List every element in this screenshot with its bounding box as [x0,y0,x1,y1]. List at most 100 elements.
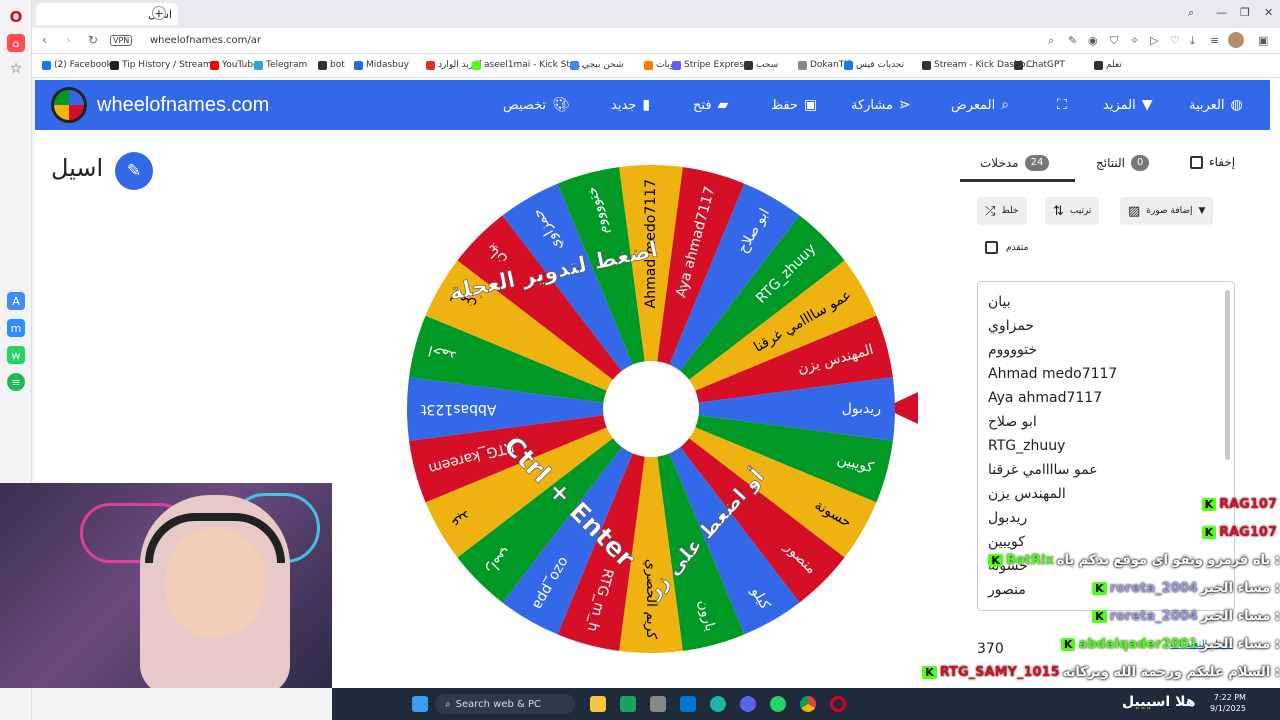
sidebar-toggle-icon[interactable]: ▣ [1258,34,1268,47]
hide-toggle[interactable]: إخفاء [1190,155,1235,169]
tab-results[interactable]: 0 النتائج [1096,155,1150,171]
edit-icon[interactable]: ✎ [1068,34,1077,47]
nav-new[interactable]: ▮ جديد [611,97,650,113]
site-name[interactable]: wheelofnames.com [97,94,269,117]
messenger-icon[interactable]: m [7,319,25,337]
wheel-svg[interactable]: بيانحمزاوي ختووووم Ahmad medo7117 Aya ahmad… [405,163,897,655]
wheel[interactable]: بيان حمزاوي ختووووم Ahmad medo7117 Aya ahmad… [405,163,897,655]
sort-icon: ⇅ [1053,203,1064,219]
search-tabs-icon[interactable]: ⌕ [1188,6,1194,20]
bookmark-label: تحديات فيس [856,60,905,70]
wheel-title[interactable]: اسيل [51,154,103,182]
bookmark-item[interactable]: YouTube [210,60,259,70]
chat-username: roreta_2004 [1109,580,1198,596]
bookmark-label: bot [330,60,345,70]
hide-checkbox[interactable] [1190,155,1203,169]
site-logo-icon[interactable] [51,87,87,123]
play-icon[interactable]: ▷ [1150,34,1158,47]
chat-message: RAG107 K [990,522,1280,542]
opera-icon[interactable] [830,696,846,712]
whatsapp-icon[interactable]: w [7,346,25,364]
nav-more[interactable]: ▼ المزيد [1103,97,1152,113]
bookmark-item[interactable]: Stripe Express [672,60,749,70]
bookmark-item[interactable]: تحديات فيس [844,60,904,70]
bookmark-item[interactable]: (2) Facebook [42,60,112,70]
heart-icon[interactable]: ♡ [1170,34,1180,47]
chrome-icon[interactable] [800,696,816,712]
vpn-badge[interactable]: VPN [110,35,133,46]
puzzle-icon[interactable]: ✧ [1130,34,1139,47]
shuffle-button[interactable]: خلط ⤮ [977,197,1027,225]
forward-icon[interactable]: › [66,33,71,47]
textarea-scrollbar[interactable] [1225,290,1230,460]
save-icon: ▣ [803,97,818,113]
kick-badge-icon: K [922,665,937,679]
bookmark-label: Stripe Express [684,60,749,70]
bookmark-item[interactable]: سحب [744,60,778,70]
bookmark-label: (2) Facebook [54,60,112,70]
taskbar-search[interactable]: ⌕ Search web & PC [435,694,575,714]
bookmark-item[interactable]: تعلم [1094,60,1122,70]
chat-text: : السلام عليكم ورحمة الله وبركاته [1062,664,1280,680]
bookmark-item[interactable]: Telegram [254,60,307,70]
wheel-center[interactable] [603,361,699,457]
nav-gallery[interactable]: ⌕ المعرض [951,97,1009,113]
nav-fullscreen[interactable]: ⛶ [1057,97,1067,113]
windows-start-icon[interactable] [412,696,428,712]
nav-open[interactable]: ▰ فتح [693,97,728,113]
whatsapp-icon[interactable] [770,696,786,712]
bookmark-item[interactable]: شحن ببجي [570,60,624,70]
bookmark-item[interactable]: bot [318,60,345,70]
bookmark-item[interactable]: Midasbuy [354,60,409,70]
advanced-toggle[interactable]: متقدم [985,241,1028,254]
bookmark-favicon-icon [922,60,931,70]
reload-icon[interactable]: ↻ [88,33,98,47]
nav-customize[interactable]: 🎨︎ تخصيص [503,97,570,113]
nav-save[interactable]: ▣ حفظ [771,97,817,113]
bookmark-favicon-icon [254,60,263,70]
camera-icon[interactable]: ◉ [1088,34,1098,47]
nav-open-label: فتح [693,97,712,113]
zoom-icon[interactable]: ⌕ [1048,34,1054,48]
home-icon[interactable]: ⌂ [7,34,25,52]
opera-logo-icon[interactable]: O [7,8,25,26]
app-icon[interactable] [620,696,636,712]
tab-entries[interactable]: 24 مدخلات [980,155,1050,171]
taskbar-search-label: Search web & PC [455,698,541,710]
edge-icon[interactable] [710,696,726,712]
nav-language[interactable]: ◍ العربية [1189,97,1243,113]
bookmark-favicon-icon [110,60,119,70]
star-icon[interactable]: ☆ [7,60,25,78]
bookmark-item[interactable]: aseel1mai - Kick Sta... [472,60,584,70]
maximize-icon[interactable]: ❐ [1240,6,1250,19]
entries-count-badge: 24 [1024,155,1050,171]
sort-button[interactable]: ترتيب ⇅ [1045,197,1100,225]
results-count-badge: 0 [1130,155,1150,171]
search-icon: ⌕ [445,698,451,710]
add-image-button[interactable]: ▼ إضافة صورة ▨ [1120,197,1214,225]
bookmark-label: تعلم [1106,60,1122,70]
spotify-icon[interactable]: ≡ [7,373,25,391]
discord-icon[interactable] [740,696,756,712]
advanced-checkbox[interactable] [985,241,998,254]
menu-icon[interactable]: ≡ [1210,34,1219,47]
files-icon[interactable] [650,696,666,712]
shield-icon[interactable]: ⛉ [1110,34,1118,48]
chat-message: : السلام عليكم ورحمة الله وبركاته RTG_SAM… [922,662,1280,682]
chat-message: : ياه قرمزو وتقو اي موقع بدكم ياه BotRix K [988,550,1280,570]
profile-avatar[interactable] [1228,32,1244,48]
edit-title-button[interactable]: ✎ [115,152,153,190]
close-window-icon[interactable]: ✕ [1264,6,1273,19]
minimize-icon[interactable]: — [1216,6,1227,19]
bookmark-item[interactable]: ChatGPT [1014,60,1065,70]
chat-username: roreta_2004 [1109,608,1198,624]
new-tab-icon[interactable]: + [152,6,166,20]
url-field[interactable]: wheelofnames.com/ar [150,35,261,46]
download-icon[interactable]: ⤓ [1190,34,1195,48]
store-icon[interactable] [680,696,696,712]
file-explorer-icon[interactable] [590,696,606,712]
bookmark-item[interactable]: Tip History / Stream... [110,60,220,70]
appstore-icon[interactable]: A [7,292,25,310]
back-icon[interactable]: ‹ [42,33,47,47]
nav-share[interactable]: ⋖ مشاركة [851,97,911,113]
